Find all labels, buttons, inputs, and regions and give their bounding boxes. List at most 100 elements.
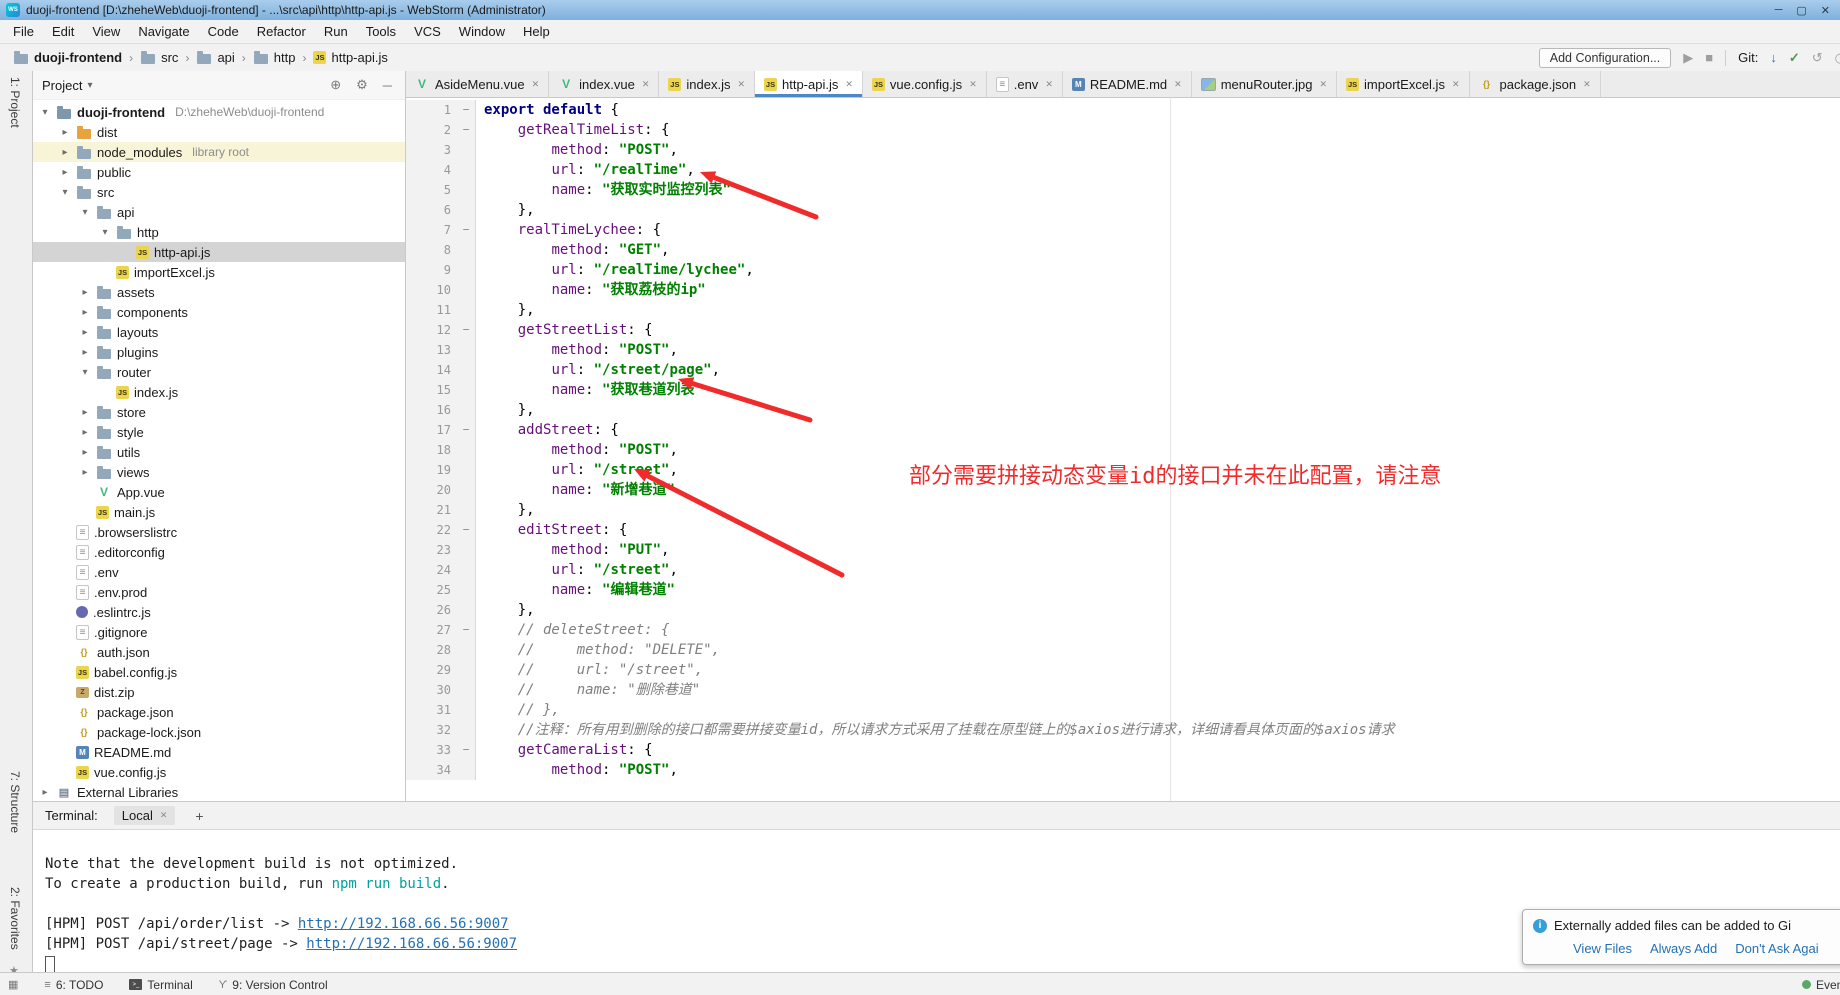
close-tab-icon[interactable]: ✕	[1583, 79, 1591, 90]
chevron-right-icon[interactable]: ▸	[78, 447, 92, 458]
fold-icon[interactable]: −	[457, 740, 476, 760]
hide-panel-icon[interactable]: ─	[378, 78, 397, 93]
close-tab-icon[interactable]: ✕	[532, 79, 540, 90]
code-line[interactable]: 11 },	[405, 300, 1840, 320]
code-line[interactable]: 10 name: "获取荔枝的ip"	[405, 280, 1840, 300]
breadcrumb-http-api.js[interactable]: JShttp-api.js	[310, 49, 390, 66]
notification-action-view-files[interactable]: View Files	[1573, 941, 1632, 956]
tree-item-node_modules[interactable]: ▸node_moduleslibrary root	[32, 142, 405, 162]
code-line[interactable]: 30 // name: "删除巷道"	[405, 680, 1840, 700]
chevron-down-icon[interactable]: ▾	[78, 207, 92, 218]
menu-tools[interactable]: Tools	[357, 22, 405, 41]
tool-button-structure[interactable]: 7: Structure	[8, 771, 22, 833]
code-line[interactable]: 4 url: "/realTime",	[405, 160, 1840, 180]
fold-icon[interactable]: −	[457, 320, 476, 340]
new-terminal-tab-button[interactable]: +	[191, 808, 207, 824]
chevron-down-icon[interactable]: ▾	[38, 107, 52, 118]
chevron-down-icon[interactable]: ▾	[98, 227, 112, 238]
code-line[interactable]: 16 },	[405, 400, 1840, 420]
tree-item-README.md[interactable]: MREADME.md	[32, 742, 405, 762]
terminal-link[interactable]: http://192.168.66.56:9007	[298, 916, 509, 932]
tree-item-utils[interactable]: ▸utils	[32, 442, 405, 462]
code-line[interactable]: 15 name: "获取巷道列表"	[405, 380, 1840, 400]
tree-item-components[interactable]: ▸components	[32, 302, 405, 322]
tree-item-public[interactable]: ▸public	[32, 162, 405, 182]
run-icon[interactable]: ▶	[1683, 50, 1693, 66]
menu-code[interactable]: Code	[199, 22, 248, 41]
close-tab-icon[interactable]: ✕	[642, 79, 650, 90]
chevron-down-icon[interactable]: ▾	[87, 80, 92, 91]
code-line[interactable]: 5 name: "获取实时监控列表"	[405, 180, 1840, 200]
tree-item-package.json[interactable]: {}package.json	[32, 702, 405, 722]
tree-item-views[interactable]: ▸views	[32, 462, 405, 482]
locate-file-icon[interactable]: ⊕	[325, 77, 346, 93]
chevron-down-icon[interactable]: ▾	[58, 187, 72, 198]
git-update-icon[interactable]: ↓	[1770, 50, 1777, 65]
tab-vue.config.js[interactable]: JSvue.config.js✕	[863, 71, 987, 97]
git-commit-icon[interactable]: ✓	[1789, 50, 1800, 66]
breadcrumb-src[interactable]: src	[137, 49, 181, 66]
code-line[interactable]: 31 // },	[405, 700, 1840, 720]
fold-icon[interactable]: −	[457, 120, 476, 140]
breadcrumb-duoji-frontend[interactable]: duoji-frontend	[10, 49, 125, 66]
history-icon[interactable]: ◷	[1835, 50, 1840, 66]
code-line[interactable]: 32 //注释：所有用到删除的接口都需要拼接变量id，所以请求方式采用了挂载在原…	[405, 720, 1840, 740]
code-line[interactable]: 34 method: "POST",	[405, 760, 1840, 780]
close-tab-icon[interactable]: ✕	[1319, 79, 1327, 90]
code-line[interactable]: 28 // method: "DELETE",	[405, 640, 1840, 660]
tree-item-auth.json[interactable]: {}auth.json	[32, 642, 405, 662]
chevron-right-icon[interactable]: ▸	[78, 287, 92, 298]
event-log-button[interactable]: Event Log	[1802, 978, 1840, 992]
tree-item-assets[interactable]: ▸assets	[32, 282, 405, 302]
maximize-button[interactable]: ▢	[1796, 4, 1806, 17]
code-line[interactable]: 17− addStreet: {	[405, 420, 1840, 440]
tool-button-favorites[interactable]: 2: Favorites	[8, 887, 22, 950]
chevron-right-icon[interactable]: ▸	[38, 787, 52, 798]
code-line[interactable]: 9 url: "/realTime/lychee",	[405, 260, 1840, 280]
tree-item-api[interactable]: ▾api	[32, 202, 405, 222]
chevron-right-icon[interactable]: ▸	[78, 467, 92, 478]
tree-item-.gitignore[interactable]: ≡.gitignore	[32, 622, 405, 642]
tree-item-http[interactable]: ▾http	[32, 222, 405, 242]
chevron-right-icon[interactable]: ▸	[78, 427, 92, 438]
code-line[interactable]: 21 },	[405, 500, 1840, 520]
terminal-link[interactable]: http://192.168.66.56:9007	[306, 936, 517, 952]
tree-item-.env[interactable]: ≡.env	[32, 562, 405, 582]
code-line[interactable]: 18 method: "POST",	[405, 440, 1840, 460]
tree-item-index.js[interactable]: JSindex.js	[32, 382, 405, 402]
tree-item-vue.config.js[interactable]: JSvue.config.js	[32, 762, 405, 782]
chevron-right-icon[interactable]: ▸	[78, 327, 92, 338]
chevron-right-icon[interactable]: ▸	[78, 407, 92, 418]
chevron-right-icon[interactable]: ▸	[78, 347, 92, 358]
close-tab-icon[interactable]: ✕	[969, 79, 977, 90]
menu-navigate[interactable]: Navigate	[129, 22, 198, 41]
code-line[interactable]: 8 method: "GET",	[405, 240, 1840, 260]
code-line[interactable]: 13 method: "POST",	[405, 340, 1840, 360]
tab-AsideMenu.vue[interactable]: VAsideMenu.vue✕	[405, 71, 549, 97]
menu-run[interactable]: Run	[315, 22, 357, 41]
tab-index.js[interactable]: JSindex.js✕	[659, 71, 755, 97]
breadcrumb-http[interactable]: http	[250, 49, 299, 66]
tree-item-dist.zip[interactable]: Zdist.zip	[32, 682, 405, 702]
menu-refactor[interactable]: Refactor	[248, 22, 315, 41]
notification-action-always-add[interactable]: Always Add	[1650, 941, 1717, 956]
code-line[interactable]: 25 name: "编辑巷道"	[405, 580, 1840, 600]
tree-item-App.vue[interactable]: VApp.vue	[32, 482, 405, 502]
gear-icon[interactable]: ⚙	[351, 77, 373, 93]
tree-item-http-api.js[interactable]: JShttp-api.js	[32, 242, 405, 262]
statusbar-9-version-control[interactable]: ϒ9: Version Control	[219, 978, 328, 992]
menu-file[interactable]: File	[4, 22, 43, 41]
tree-item-babel.config.js[interactable]: JSbabel.config.js	[32, 662, 405, 682]
close-tab-icon[interactable]: ✕	[1045, 79, 1053, 90]
close-tab-icon[interactable]: ✕	[737, 79, 745, 90]
minimize-button[interactable]: ─	[1775, 4, 1783, 17]
add-configuration-button[interactable]: Add Configuration...	[1539, 48, 1672, 68]
menu-edit[interactable]: Edit	[43, 22, 83, 41]
close-tab-icon[interactable]: ✕	[1174, 79, 1182, 90]
fold-icon[interactable]: −	[457, 220, 476, 240]
code-line[interactable]: 14 url: "/street/page",	[405, 360, 1840, 380]
code-line[interactable]: 2− getRealTimeList: {	[405, 120, 1840, 140]
code-line[interactable]: 12− getStreetList: {	[405, 320, 1840, 340]
tree-item-src[interactable]: ▾src	[32, 182, 405, 202]
notification-action-dont-ask[interactable]: Don't Ask Agai	[1735, 941, 1818, 956]
